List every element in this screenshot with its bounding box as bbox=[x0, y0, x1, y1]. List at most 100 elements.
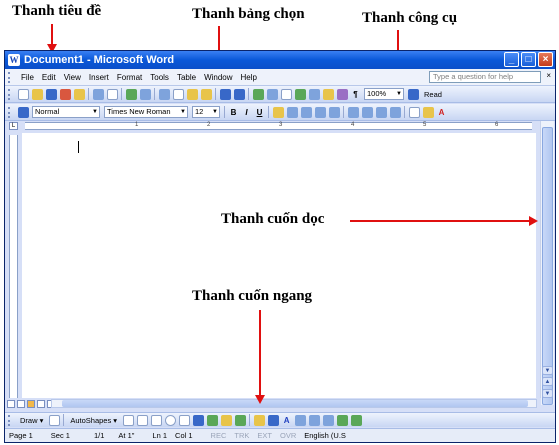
borders-icon[interactable] bbox=[408, 106, 420, 118]
tables-borders-icon[interactable] bbox=[266, 88, 278, 100]
copy-icon[interactable] bbox=[172, 88, 184, 100]
permission-icon[interactable] bbox=[59, 88, 71, 100]
word-app-icon[interactable]: W bbox=[8, 54, 20, 66]
font-color-icon[interactable]: A bbox=[281, 416, 292, 425]
show-hide-icon[interactable]: ¶ bbox=[350, 90, 361, 99]
menu-edit[interactable]: Edit bbox=[38, 73, 60, 82]
cut-icon[interactable] bbox=[158, 88, 170, 100]
save-icon[interactable] bbox=[45, 88, 57, 100]
normal-view-icon[interactable] bbox=[7, 399, 15, 408]
research-icon[interactable] bbox=[139, 88, 151, 100]
status-rec[interactable]: REC bbox=[197, 431, 231, 440]
tab-selector[interactable]: L bbox=[9, 122, 18, 130]
next-page-button[interactable]: ▼ bbox=[542, 389, 553, 398]
toolbar-grip-icon[interactable] bbox=[8, 414, 13, 426]
arrow-icon[interactable] bbox=[136, 414, 148, 426]
print-icon[interactable] bbox=[92, 88, 104, 100]
help-search-input[interactable]: Type a question for help bbox=[429, 71, 541, 83]
maximize-button[interactable]: □ bbox=[521, 52, 536, 67]
justify-icon[interactable] bbox=[314, 106, 326, 118]
font-color-icon[interactable]: A bbox=[436, 108, 447, 117]
font-size-select[interactable]: 12 ▼ bbox=[192, 106, 220, 118]
decrease-indent-icon[interactable] bbox=[375, 106, 387, 118]
new-icon[interactable] bbox=[17, 88, 29, 100]
read-button[interactable]: Read bbox=[424, 90, 442, 99]
dash-style-icon[interactable] bbox=[308, 414, 320, 426]
horizontal-ruler[interactable]: L 1 2 3 4 5 6 bbox=[5, 121, 555, 131]
toolbar-grip-icon[interactable] bbox=[8, 88, 13, 100]
insert-table-icon[interactable] bbox=[280, 88, 292, 100]
columns-icon[interactable] bbox=[308, 88, 320, 100]
menu-table[interactable]: Table bbox=[173, 73, 200, 82]
draw-menu-button[interactable]: Draw ▾ bbox=[16, 416, 47, 425]
underline-button[interactable]: U bbox=[254, 108, 265, 117]
redo-icon[interactable] bbox=[233, 88, 245, 100]
email-icon[interactable] bbox=[73, 88, 85, 100]
increase-indent-icon[interactable] bbox=[389, 106, 401, 118]
bold-button[interactable]: B bbox=[228, 108, 239, 117]
close-button[interactable]: × bbox=[538, 52, 553, 67]
wordart-icon[interactable] bbox=[192, 414, 204, 426]
menu-insert[interactable]: Insert bbox=[85, 73, 113, 82]
close-document-icon[interactable]: × bbox=[546, 71, 551, 80]
document-page[interactable] bbox=[22, 133, 536, 398]
align-left-icon[interactable] bbox=[272, 106, 284, 118]
text-box-icon[interactable] bbox=[178, 414, 190, 426]
help-icon[interactable] bbox=[407, 88, 419, 100]
menu-file[interactable]: File bbox=[17, 73, 38, 82]
line-icon[interactable] bbox=[122, 414, 134, 426]
drawing-icon[interactable] bbox=[322, 88, 334, 100]
font-select[interactable]: Times New Roman ▼ bbox=[104, 106, 188, 118]
print-preview-icon[interactable] bbox=[106, 88, 118, 100]
line-spacing-icon[interactable] bbox=[328, 106, 340, 118]
menu-window[interactable]: Window bbox=[200, 73, 236, 82]
undo-icon[interactable] bbox=[219, 88, 231, 100]
shadow-style-icon[interactable] bbox=[336, 414, 348, 426]
document-map-icon[interactable] bbox=[336, 88, 348, 100]
vertical-scrollbar[interactable]: ▼ ▲ ▼ bbox=[540, 121, 554, 405]
menu-format[interactable]: Format bbox=[113, 73, 146, 82]
paste-icon[interactable] bbox=[186, 88, 198, 100]
horizontal-scroll-thumb[interactable] bbox=[62, 400, 528, 407]
title-bar[interactable]: W Document1 - Microsoft Word _ □ × bbox=[5, 51, 555, 69]
align-center-icon[interactable] bbox=[286, 106, 298, 118]
spelling-icon[interactable] bbox=[125, 88, 137, 100]
status-ovr[interactable]: OVR bbox=[276, 431, 300, 440]
insert-picture-icon[interactable] bbox=[234, 414, 246, 426]
numbering-icon[interactable] bbox=[347, 106, 359, 118]
align-right-icon[interactable] bbox=[300, 106, 312, 118]
highlight-icon[interactable] bbox=[422, 106, 434, 118]
hyperlink-icon[interactable] bbox=[252, 88, 264, 100]
menu-grip-icon[interactable] bbox=[8, 71, 14, 83]
web-layout-view-icon[interactable] bbox=[17, 399, 25, 408]
oval-icon[interactable] bbox=[164, 414, 176, 426]
menu-help[interactable]: Help bbox=[237, 73, 261, 82]
menu-tools[interactable]: Tools bbox=[146, 73, 173, 82]
3d-style-icon[interactable] bbox=[350, 414, 362, 426]
minimize-button[interactable]: _ bbox=[504, 52, 519, 67]
line-style-icon[interactable] bbox=[294, 414, 306, 426]
zoom-select[interactable]: 100% ▼ bbox=[364, 88, 404, 100]
italic-button[interactable]: I bbox=[241, 108, 252, 117]
rectangle-icon[interactable] bbox=[150, 414, 162, 426]
autoshapes-menu-button[interactable]: AutoShapes ▾ bbox=[66, 416, 121, 425]
open-icon[interactable] bbox=[31, 88, 43, 100]
previous-page-button[interactable]: ▲ bbox=[542, 377, 553, 386]
select-objects-icon[interactable] bbox=[48, 414, 60, 426]
line-color-icon[interactable] bbox=[267, 414, 279, 426]
format-painter-icon[interactable] bbox=[200, 88, 212, 100]
vertical-ruler[interactable] bbox=[9, 135, 18, 398]
scroll-down-button[interactable]: ▼ bbox=[542, 366, 553, 375]
diagram-icon[interactable] bbox=[206, 414, 218, 426]
arrow-style-icon[interactable] bbox=[322, 414, 334, 426]
insert-excel-icon[interactable] bbox=[294, 88, 306, 100]
fill-color-icon[interactable] bbox=[253, 414, 265, 426]
bullets-icon[interactable] bbox=[361, 106, 373, 118]
status-trk[interactable]: TRK bbox=[230, 431, 253, 440]
ruler-strip[interactable]: 1 2 3 4 5 6 bbox=[25, 122, 532, 130]
toolbar-grip-icon[interactable] bbox=[8, 106, 13, 118]
styles-icon[interactable] bbox=[17, 106, 29, 118]
status-ext[interactable]: EXT bbox=[253, 431, 276, 440]
outline-view-icon[interactable] bbox=[37, 399, 45, 408]
menu-view[interactable]: View bbox=[60, 73, 85, 82]
